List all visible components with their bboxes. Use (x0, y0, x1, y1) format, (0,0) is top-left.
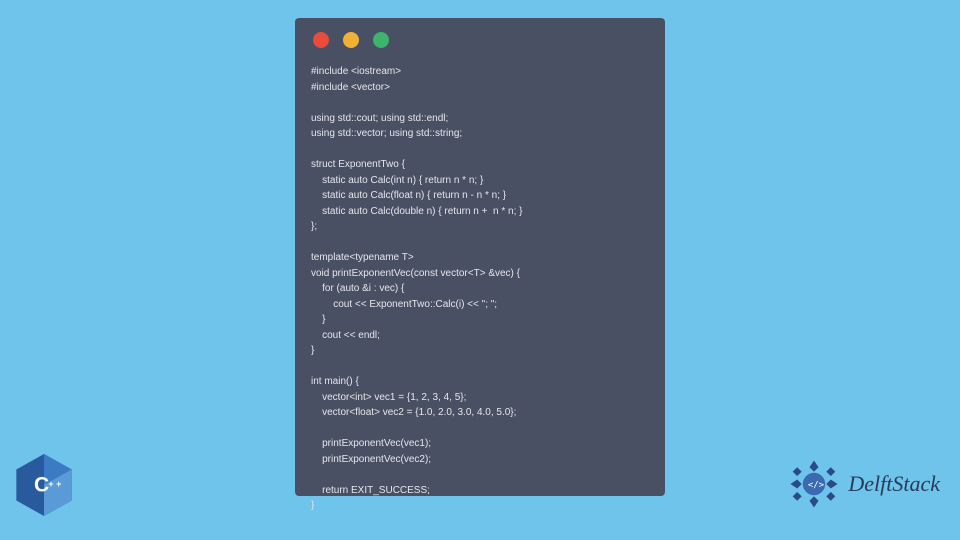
svg-text:C: C (34, 474, 49, 497)
delftstack-logo: </> DelftStack (786, 456, 940, 512)
code-content: #include <iostream> #include <vector> us… (311, 64, 649, 514)
svg-text:+: + (48, 479, 53, 489)
minimize-icon (343, 32, 359, 48)
svg-text:+: + (56, 479, 61, 489)
maximize-icon (373, 32, 389, 48)
cpp-logo-icon: C + + (16, 454, 72, 516)
svg-text:</>: </> (808, 480, 824, 490)
close-icon (313, 32, 329, 48)
delftstack-label: DelftStack (848, 471, 940, 497)
traffic-lights (313, 32, 649, 48)
code-window: #include <iostream> #include <vector> us… (295, 18, 665, 496)
delftstack-icon: </> (786, 456, 842, 512)
